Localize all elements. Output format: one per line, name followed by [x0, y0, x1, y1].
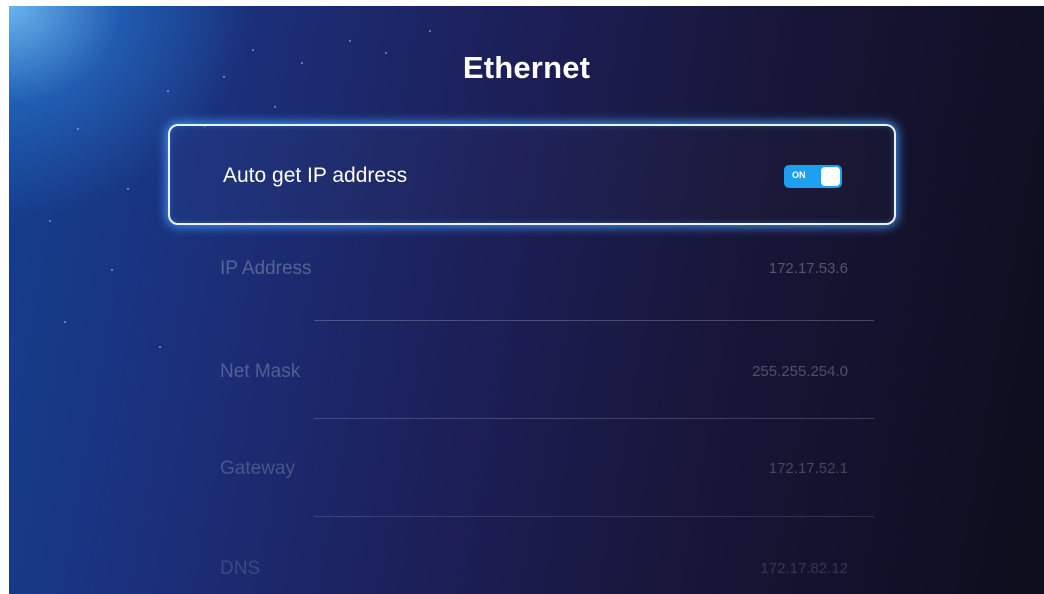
dns-row: DNS 172.17.82.12	[220, 558, 848, 588]
divider	[314, 516, 874, 517]
gateway-label: Gateway	[220, 458, 295, 479]
ethernet-settings-screen: Ethernet Auto get IP address ON IP Addre…	[9, 6, 1044, 594]
toggle-knob	[821, 167, 840, 186]
divider	[314, 418, 874, 419]
auto-ip-label: Auto get IP address	[223, 164, 408, 187]
toggle-state-text: ON	[792, 170, 806, 180]
gateway-row: Gateway 172.17.52.1	[220, 458, 848, 488]
auto-ip-row[interactable]: Auto get IP address ON	[168, 124, 896, 225]
ip-address-label: IP Address	[220, 258, 312, 279]
starfield-background	[9, 6, 1044, 594]
page-title: Ethernet	[462, 50, 591, 85]
net-mask-label: Net Mask	[220, 361, 301, 382]
net-mask-row: Net Mask 255.255.254.0	[220, 361, 848, 391]
ip-address-row: IP Address 172.17.53.6	[220, 258, 848, 288]
gateway-value: 172.17.52.1	[768, 460, 848, 477]
divider	[314, 320, 874, 321]
dns-value: 172.17.82.12	[760, 560, 848, 577]
ip-address-value: 172.17.53.6	[768, 260, 848, 277]
auto-ip-toggle[interactable]: ON	[784, 165, 842, 188]
net-mask-value: 255.255.254.0	[752, 363, 848, 380]
dns-label: DNS	[220, 558, 261, 579]
